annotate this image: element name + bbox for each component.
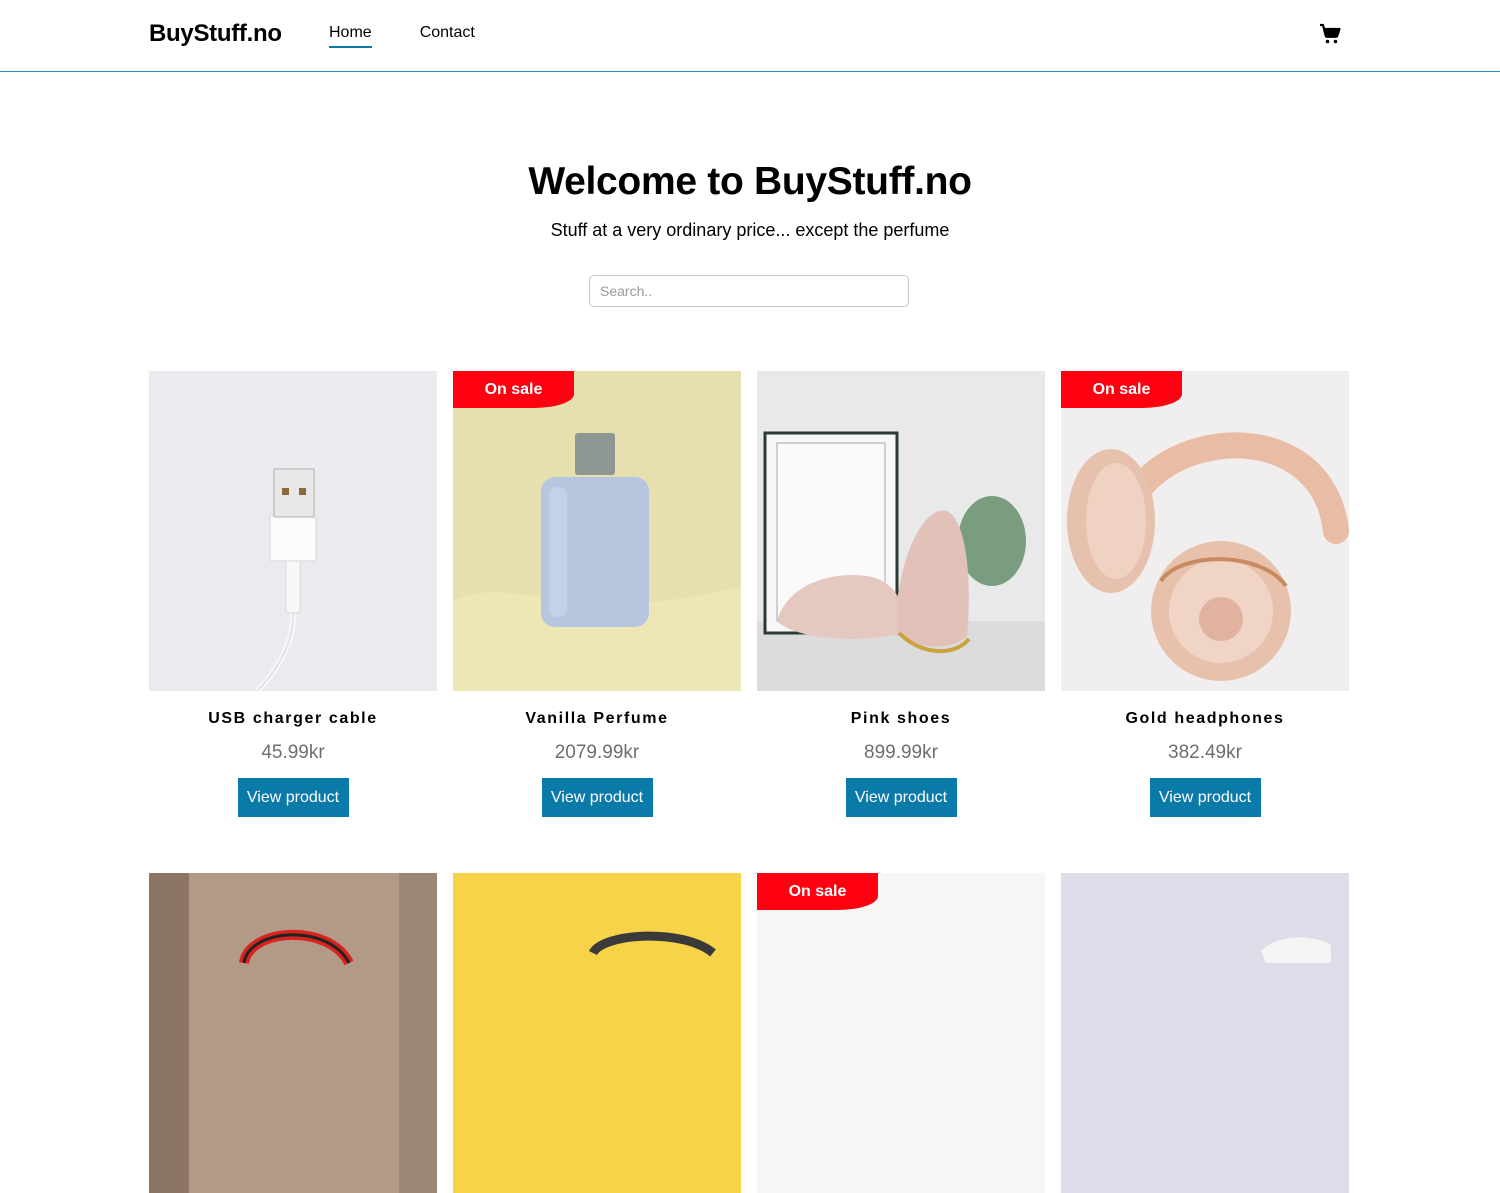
product-price: 2079.99kr [554, 742, 640, 763]
product-name: Pink shoes [850, 710, 952, 727]
site-logo[interactable]: BuyStuff.no [149, 20, 282, 48]
product-card: On sale Gold headphones 382.49kr View pr… [1061, 371, 1349, 817]
on-sale-badge: On sale [453, 371, 574, 408]
shopping-cart-icon[interactable] [1318, 22, 1342, 46]
product-card [149, 873, 437, 1193]
product-name: Vanilla Perfume [525, 710, 669, 727]
product-price: 45.99kr [261, 742, 325, 763]
hero-title: Welcome to BuyStuff.no [528, 160, 972, 203]
product-card [453, 873, 741, 1193]
product-image-vanilla-perfume[interactable]: On sale [453, 371, 741, 691]
product-image[interactable] [149, 873, 437, 1193]
on-sale-badge: On sale [1061, 371, 1182, 408]
product-card: On sale Vanilla Perfume 2079.99kr View p… [453, 371, 741, 817]
product-card: USB charger cable 45.99kr View product [149, 371, 437, 817]
product-name: Gold headphones [1125, 710, 1285, 727]
product-image-usb-cable[interactable] [149, 371, 437, 691]
product-image[interactable] [1061, 873, 1349, 1193]
product-card: Pink shoes 899.99kr View product [757, 371, 1045, 817]
product-card [1061, 873, 1349, 1193]
main-nav: Home Contact [329, 24, 475, 48]
product-card: On sale [757, 873, 1045, 1193]
nav-home-link[interactable]: Home [329, 24, 372, 48]
on-sale-badge: On sale [757, 873, 878, 910]
view-product-button[interactable]: View product [541, 778, 653, 817]
product-image[interactable]: On sale [757, 873, 1045, 1193]
product-name: USB charger cable [208, 710, 378, 727]
site-header: BuyStuff.no Home Contact [0, 0, 1500, 72]
search-input[interactable] [589, 275, 909, 307]
product-image-gold-headphones[interactable]: On sale [1061, 371, 1349, 691]
hero-subtitle: Stuff at a very ordinary price... except… [550, 220, 950, 240]
product-image-pink-shoes[interactable] [757, 371, 1045, 691]
view-product-button[interactable]: View product [845, 778, 957, 817]
view-product-button[interactable]: View product [1149, 778, 1261, 817]
product-image[interactable] [453, 873, 741, 1193]
nav-contact-link[interactable]: Contact [420, 24, 475, 48]
product-price: 382.49kr [1168, 742, 1242, 763]
view-product-button[interactable]: View product [237, 778, 349, 817]
product-price: 899.99kr [864, 742, 938, 763]
